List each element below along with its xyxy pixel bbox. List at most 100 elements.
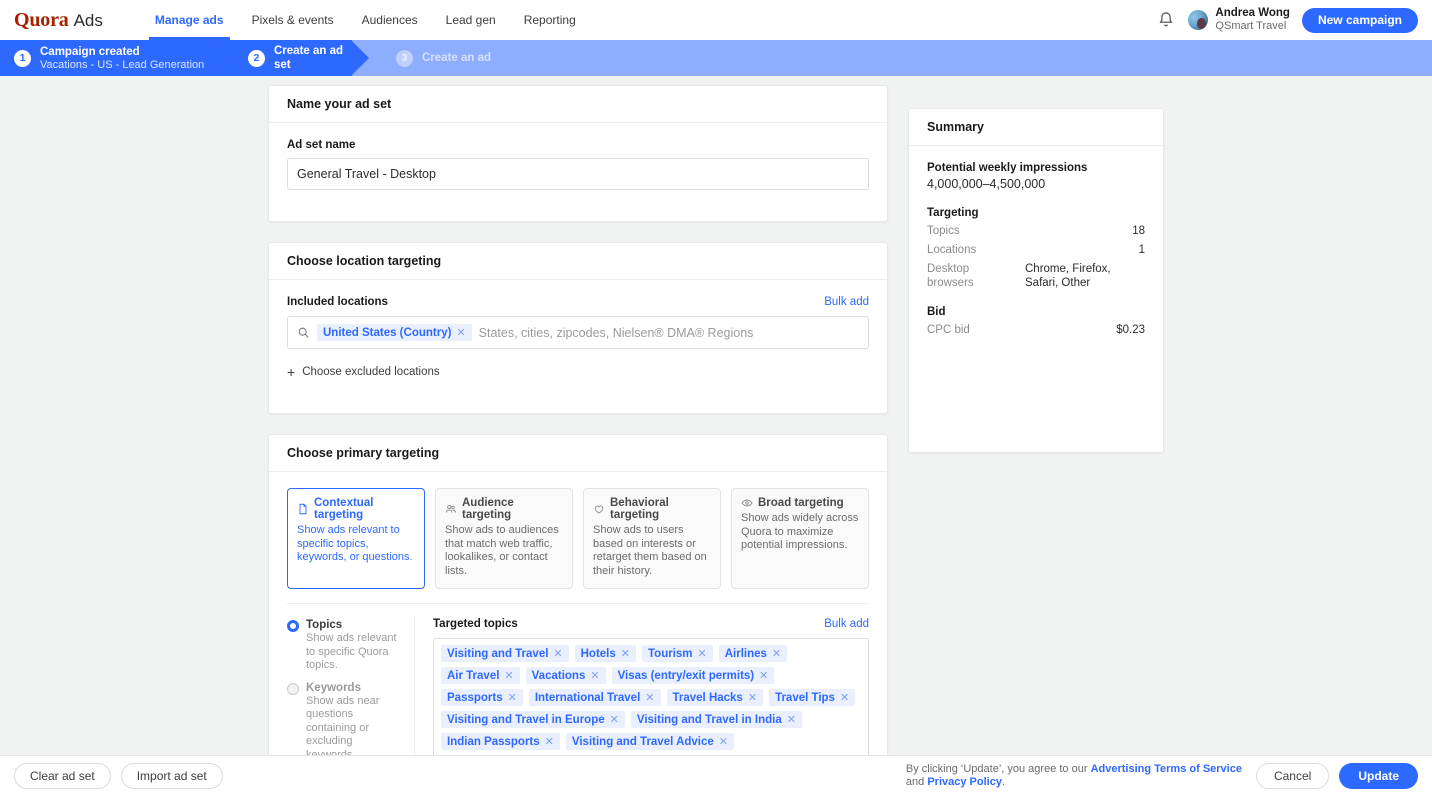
advertising-terms-link[interactable]: Advertising Terms of Service [1091, 763, 1242, 775]
topic-chip[interactable]: Hotels✕ [575, 645, 636, 662]
legal-prefix: By clicking ‘Update’, you agree to our [906, 763, 1091, 775]
location-chip-united-states[interactable]: United States (Country) ✕ [317, 324, 472, 341]
avatar [1188, 10, 1208, 30]
bell-icon[interactable] [1156, 10, 1176, 30]
topic-chip[interactable]: Passports ✕ [441, 689, 523, 706]
remove-icon[interactable]: ✕ [590, 669, 599, 682]
radio-topics[interactable] [287, 620, 299, 632]
document-icon [297, 503, 309, 515]
remove-icon[interactable]: ✕ [504, 669, 513, 682]
topic-chip[interactable]: Vacations✕ [526, 667, 606, 684]
topic-chip[interactable]: Visiting and Travel in Europe ✕ [441, 711, 625, 728]
topic-chip[interactable]: Visiting and Travel in India✕ [631, 711, 802, 728]
topic-chip[interactable]: Indian Passports ✕ [441, 733, 560, 750]
summary-row-desktop-browsers: Desktop browsers Chrome, Firefox, Safari… [927, 262, 1145, 290]
location-card-header: Choose location targeting [269, 243, 887, 280]
nav-item-audiences[interactable]: Audiences [348, 0, 432, 40]
update-button[interactable]: Update [1339, 763, 1418, 789]
topic-chip-label: International Travel [535, 692, 640, 704]
summary-value-desktop-browsers: Chrome, Firefox, Safari, Other [1025, 262, 1145, 290]
logo-product-text: Ads [74, 11, 103, 31]
targeting-mode-keywords[interactable]: Keywords Show ads near questions contain… [287, 681, 402, 763]
step-campaign-created[interactable]: 1 Campaign created Vacations - US - Lead… [0, 40, 212, 76]
nav-right-group: Andrea Wong QSmart Travel New campaign [1156, 7, 1418, 33]
included-locations-label: Included locations [287, 296, 388, 308]
impressions-label: Potential weekly impressions [927, 162, 1145, 174]
nav-item-lead-gen[interactable]: Lead gen [432, 0, 510, 40]
topic-chip[interactable]: Travel Tips✕ [769, 689, 855, 706]
targeting-mode-topics[interactable]: Topics Show ads relevant to specific Quo… [287, 618, 402, 673]
remove-icon[interactable]: ✕ [553, 647, 562, 660]
name-card-title: Name your ad set [287, 97, 391, 111]
remove-icon[interactable]: ✕ [759, 669, 768, 682]
step-title-1: Campaign created [40, 45, 204, 59]
nav-item-reporting[interactable]: Reporting [510, 0, 590, 40]
remove-icon[interactable]: ✕ [772, 647, 781, 660]
topic-chip-label: Indian Passports [447, 736, 540, 748]
topic-chip[interactable]: Travel Hacks✕ [667, 689, 764, 706]
topic-chip[interactable]: International Travel ✕ [529, 689, 661, 706]
step-create-ad-set[interactable]: 2 Create an ad set [212, 40, 352, 76]
topics-bulk-add-link[interactable]: Bulk add [824, 618, 869, 630]
targeting-type-contextual[interactable]: Contextual targeting Show ads relevant t… [287, 488, 425, 589]
ad-set-name-input[interactable] [287, 158, 869, 190]
step-subtitle-1: Vacations - US - Lead Generation [40, 59, 204, 72]
remove-icon[interactable]: ✕ [748, 691, 757, 704]
cancel-button[interactable]: Cancel [1256, 763, 1329, 789]
remove-icon[interactable]: ✕ [840, 691, 849, 704]
location-search-field[interactable]: United States (Country) ✕ States, cities… [287, 316, 869, 349]
topic-chip[interactable]: Visiting and Travel Advice✕ [566, 733, 734, 750]
import-ad-set-button[interactable]: Import ad set [121, 763, 223, 789]
remove-icon[interactable]: ✕ [545, 735, 554, 748]
remove-icon[interactable]: ✕ [719, 735, 728, 748]
step-create-an-ad[interactable]: 3 Create an ad [352, 40, 491, 76]
targeting-type-broad-desc: Show ads widely across Quora to maximize… [741, 512, 859, 553]
app-root: Quora Ads Manage ads Pixels & events Aud… [0, 0, 1432, 795]
topic-chip-label: Passports [447, 692, 503, 704]
targeting-mode-split: Topics Show ads relevant to specific Quo… [287, 603, 869, 779]
topic-chip-label: Airlines [725, 648, 767, 660]
targeting-mode-keywords-desc: Show ads near questions containing or ex… [306, 695, 402, 763]
step-number-3: 3 [396, 50, 413, 67]
targeting-mode-topics-desc: Show ads relevant to specific Quora topi… [306, 632, 402, 673]
targeting-card-title: Choose primary targeting [287, 446, 439, 460]
location-input-placeholder: States, cities, zipcodes, Nielsen® DMA® … [479, 326, 754, 340]
ad-set-name-label: Ad set name [287, 139, 869, 151]
summary-key-locations: Locations [927, 243, 976, 257]
clear-ad-set-button[interactable]: Clear ad set [14, 763, 111, 789]
remove-icon[interactable]: ✕ [456, 326, 465, 339]
nav-item-manage-ads[interactable]: Manage ads [141, 0, 238, 40]
user-menu[interactable]: Andrea Wong QSmart Travel [1188, 7, 1290, 33]
footer-action-bar: Clear ad set Import ad set By clicking ‘… [0, 755, 1432, 795]
topic-chip[interactable]: Air Travel✕ [441, 667, 520, 684]
topic-chip[interactable]: Visas (entry/exit permits)✕ [612, 667, 775, 684]
targeting-mode-keywords-label: Keywords [306, 681, 402, 695]
quora-ads-logo[interactable]: Quora Ads [14, 9, 103, 32]
remove-icon[interactable]: ✕ [610, 713, 619, 726]
choose-excluded-locations-button[interactable]: + Choose excluded locations [287, 365, 869, 379]
topic-chip-label: Visiting and Travel in Europe [447, 714, 605, 726]
targeting-type-contextual-desc: Show ads relevant to specific topics, ke… [297, 524, 415, 565]
remove-icon[interactable]: ✕ [508, 691, 517, 704]
targeting-type-behavioral-desc: Show ads to users based on interests or … [593, 524, 711, 578]
remove-icon[interactable]: ✕ [787, 713, 796, 726]
top-navigation-bar: Quora Ads Manage ads Pixels & events Aud… [0, 0, 1432, 40]
topic-chip[interactable]: Tourism✕ [642, 645, 713, 662]
remove-icon[interactable]: ✕ [621, 647, 630, 660]
topic-chip[interactable]: Visiting and Travel✕ [441, 645, 569, 662]
summary-row-cpc-bid: CPC bid $0.23 [927, 323, 1145, 337]
remove-icon[interactable]: ✕ [698, 647, 707, 660]
radio-keywords[interactable] [287, 683, 299, 695]
targeting-type-broad[interactable]: Broad targeting Show ads widely across Q… [731, 488, 869, 589]
choose-excluded-locations-label: Choose excluded locations [302, 366, 439, 378]
heart-icon [593, 503, 605, 515]
nav-item-pixels-events[interactable]: Pixels & events [238, 0, 348, 40]
new-campaign-button[interactable]: New campaign [1302, 8, 1418, 33]
targeting-type-audience[interactable]: Audience targeting Show ads to audiences… [435, 488, 573, 589]
targeting-type-behavioral[interactable]: Behavioral targeting Show ads to users b… [583, 488, 721, 589]
privacy-policy-link[interactable]: Privacy Policy [927, 776, 1002, 788]
legal-suffix: . [1002, 776, 1005, 788]
topic-chip[interactable]: Airlines ✕ [719, 645, 787, 662]
remove-icon[interactable]: ✕ [645, 691, 654, 704]
location-bulk-add-link[interactable]: Bulk add [824, 296, 869, 308]
